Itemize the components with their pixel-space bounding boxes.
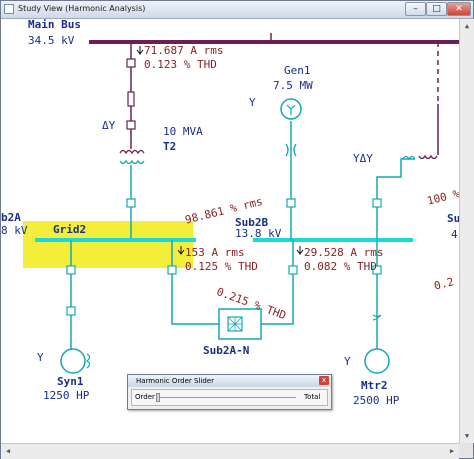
sub2b-voltage: 13.8 kV <box>235 227 282 240</box>
close-button[interactable]: ✕ <box>447 2 471 16</box>
tr3w-link <box>376 158 415 189</box>
syn1-winding: Y <box>37 351 44 364</box>
right-bus-voltage: 4 <box>451 228 458 241</box>
sub2a-voltage: 8 kV <box>1 224 28 237</box>
window-title: Study View (Harmonic Analysis) <box>18 4 146 13</box>
syn1-breaker-lower <box>66 306 76 316</box>
gen1-breaker <box>286 198 296 208</box>
fuse <box>127 91 135 107</box>
mtr2-symbol <box>364 348 390 374</box>
mtr2-rating: 2500 HP <box>353 394 400 407</box>
syn1-breaker-upper <box>66 265 76 275</box>
t2-name: T2 <box>163 140 177 153</box>
slider-title-bar[interactable]: Harmonic Order Slider x <box>128 375 331 387</box>
gen1-reactor-right <box>293 143 297 157</box>
t2-winding: ΔY <box>102 119 116 132</box>
mtr2-name: Mtr2 <box>361 379 388 392</box>
main-bus-name: Main Bus <box>28 19 81 31</box>
grid2-highlight <box>23 221 193 268</box>
syn1-rating: 1250 HP <box>43 389 90 402</box>
scroll-left-icon[interactable]: ◀ <box>1 444 15 459</box>
gen1-name: Gen1 <box>284 64 311 77</box>
resize-grip[interactable] <box>459 443 473 458</box>
slider-order-label: Order <box>135 393 155 401</box>
t2-breaker <box>126 120 136 130</box>
sub2b-flow-arrow <box>296 246 304 255</box>
horizontal-scrollbar[interactable]: ◀ ▶ <box>1 443 459 459</box>
tr3w-breaker <box>372 198 382 208</box>
slider-close-button[interactable]: x <box>319 376 329 385</box>
tie-breaker-grid2 <box>167 265 177 275</box>
sub2b-feed-current: 29.528 A rms <box>304 246 384 259</box>
minimize-button[interactable]: – <box>405 2 426 16</box>
slider-total-label: Total <box>304 393 321 401</box>
sub2a-n-name: Sub2A-N <box>203 344 250 357</box>
slider-track[interactable] <box>158 397 296 398</box>
vertical-scrollbar[interactable]: ▲ ▼ <box>459 19 474 443</box>
sub2a-n-hatch <box>227 316 243 332</box>
sub2a-name: b2A <box>1 211 21 224</box>
t2-rating: 10 MVA <box>163 125 203 138</box>
gen1-reactor-left <box>285 143 289 157</box>
grid2-feed-current: 153 A rms <box>185 246 245 259</box>
syn1-name: Syn1 <box>57 375 84 388</box>
main-bus-voltage: 34.5 kV <box>28 34 75 47</box>
main-feeder-breaker <box>126 58 136 68</box>
sub2b-feed-thd: 0.082 % THD <box>304 260 377 273</box>
syn1-symbol <box>60 348 86 374</box>
app-icon <box>4 4 14 14</box>
scroll-right-icon[interactable]: ▶ <box>445 444 459 459</box>
harmonic-order-slider-dialog: Harmonic Order Slider x Order Total <box>127 374 332 410</box>
slider-body: Order Total <box>131 389 328 406</box>
slider-thumb[interactable] <box>156 393 160 402</box>
main-feed-thd: 0.123 % THD <box>144 58 217 71</box>
scroll-up-icon[interactable]: ▲ <box>460 19 474 33</box>
grid2-name: Grid2 <box>53 223 87 236</box>
t2-secondary-breaker <box>126 198 136 208</box>
mtr2-winding: Y <box>344 355 351 368</box>
syn1-exciter <box>85 353 91 369</box>
title-bar[interactable]: Study View (Harmonic Analysis) – □ ✕ <box>1 1 473 19</box>
right-bus-name: Sub <box>447 212 459 225</box>
gen1-rating: 7.5 MW <box>273 79 313 92</box>
slider-title: Harmonic Order Slider <box>136 377 214 385</box>
maximize-button[interactable]: □ <box>426 2 447 16</box>
scroll-down-icon[interactable]: ▼ <box>460 429 474 443</box>
grid2-feed-thd: 0.125 % THD <box>185 260 258 273</box>
main-feed-current: 71.687 A rms <box>144 44 224 57</box>
t2-primary-coil <box>119 149 145 155</box>
tr3w-winding: YΔY <box>353 152 373 165</box>
study-view-window: Study View (Harmonic Analysis) – □ ✕ Mai… <box>0 0 474 459</box>
t2-secondary-coil <box>119 159 145 165</box>
gen1-winding: Y <box>249 96 256 109</box>
tie-breaker-sub2b <box>288 265 298 275</box>
tr3w-coil-b <box>418 154 438 160</box>
main-flow-arrow <box>136 46 144 55</box>
